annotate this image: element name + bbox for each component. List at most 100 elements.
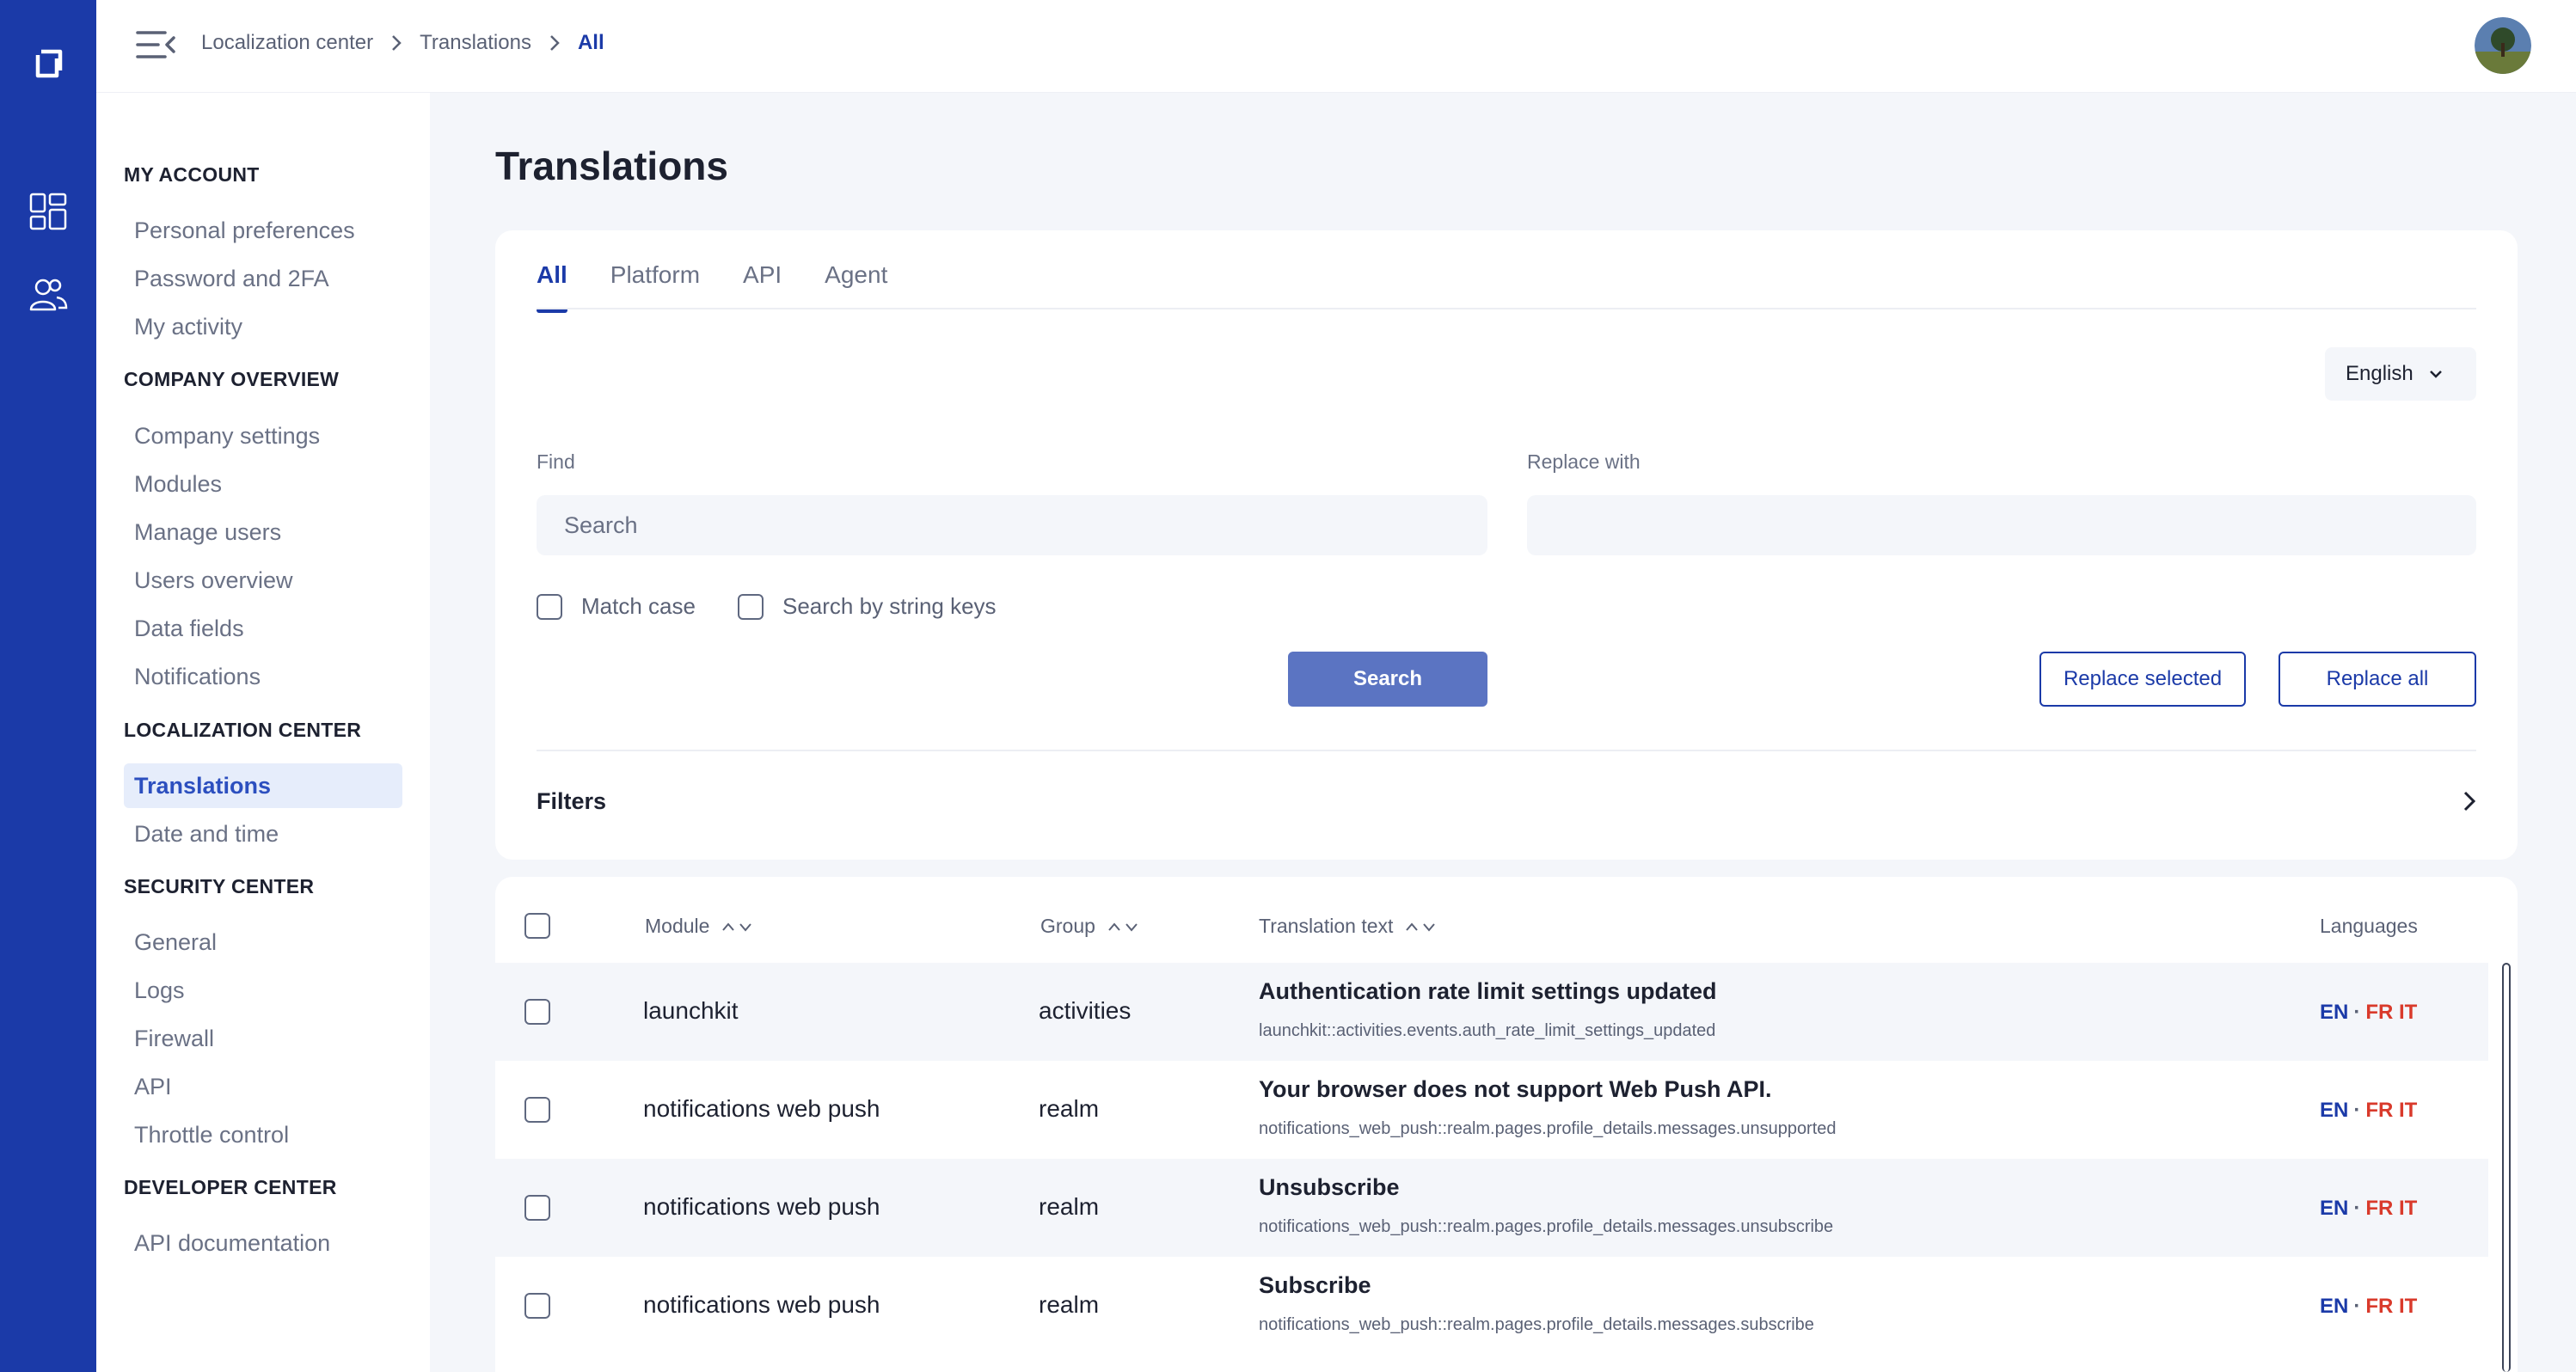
chevron-right-icon xyxy=(550,35,560,51)
column-module-label: Module xyxy=(645,915,710,937)
language-select-value: English xyxy=(2346,362,2413,385)
top-bar: Localization center Translations All xyxy=(96,0,2576,93)
lang-fr: FR xyxy=(2365,1295,2394,1318)
lang-it: IT xyxy=(2399,1197,2418,1220)
sidebar-item-date-and-time[interactable]: Date and time xyxy=(124,812,402,856)
row-checkbox[interactable] xyxy=(524,999,550,1025)
sidebar-item-translations[interactable]: Translations xyxy=(124,763,402,808)
sidebar-item-general[interactable]: General xyxy=(124,920,402,965)
row-module: notifications web push xyxy=(643,1193,880,1220)
lang-fr: FR xyxy=(2365,1001,2394,1024)
replace-selected-button[interactable]: Replace selected xyxy=(2039,652,2246,707)
row-string-key: notifications_web_push::realm.pages.prof… xyxy=(1259,1119,1837,1138)
filters-toggle[interactable]: Filters xyxy=(537,777,2476,825)
translations-table: Module Group Translation text Languages … xyxy=(495,877,2518,1372)
sidebar-item-modules[interactable]: Modules xyxy=(124,462,402,506)
breadcrumb-item-all: All xyxy=(577,31,604,54)
sidebar-item-password-2fa[interactable]: Password and 2FA xyxy=(124,256,402,301)
table-row[interactable]: notifications web push realm Your browse… xyxy=(495,1061,2488,1159)
settings-sidebar: MY ACCOUNT Personal preferences Password… xyxy=(96,93,430,1372)
column-group[interactable]: Group xyxy=(1040,915,1140,938)
row-group: activities xyxy=(1039,997,1132,1024)
user-avatar[interactable] xyxy=(2475,17,2531,74)
lang-it: IT xyxy=(2399,1295,2418,1318)
language-select[interactable]: English xyxy=(2325,347,2476,401)
tab-agent[interactable]: Agent xyxy=(825,261,887,303)
row-checkbox[interactable] xyxy=(524,1195,550,1221)
row-string-key: notifications_web_push::realm.pages.prof… xyxy=(1259,1217,1834,1236)
search-by-keys-checkbox[interactable] xyxy=(738,593,764,620)
row-translation-text: Subscribe xyxy=(1259,1272,1371,1298)
match-case-checkbox[interactable] xyxy=(537,593,562,620)
row-group: realm xyxy=(1039,1095,1100,1122)
column-module[interactable]: Module xyxy=(645,915,754,938)
menu-collapse-icon[interactable] xyxy=(134,28,177,62)
filters-divider xyxy=(537,750,2476,751)
chevron-down-icon xyxy=(2429,371,2442,378)
sidebar-item-my-activity[interactable]: My activity xyxy=(124,304,402,349)
sidebar-section-security-center: SECURITY CENTER xyxy=(124,875,315,897)
row-group: realm xyxy=(1039,1291,1100,1318)
select-all-checkbox[interactable] xyxy=(524,913,550,939)
dashboard-grid-icon[interactable] xyxy=(28,191,69,232)
replace-label: Replace with xyxy=(1527,450,1641,473)
row-checkbox[interactable] xyxy=(524,1097,550,1123)
sidebar-item-users-overview[interactable]: Users overview xyxy=(124,558,402,603)
app-logo-icon[interactable] xyxy=(29,45,67,83)
tab-all[interactable]: All xyxy=(537,261,567,313)
replace-input[interactable] xyxy=(1527,495,2476,555)
table-row[interactable]: launchkit activities Authentication rate… xyxy=(495,963,2488,1061)
breadcrumb-item-translations[interactable]: Translations xyxy=(420,31,531,55)
sidebar-section-my-account: MY ACCOUNT xyxy=(124,163,260,186)
breadcrumb-item-localization-center[interactable]: Localization center xyxy=(201,31,373,55)
users-icon[interactable] xyxy=(28,273,69,315)
search-by-keys-label: Search by string keys xyxy=(782,593,997,619)
tab-divider xyxy=(537,308,2476,309)
column-translation-text[interactable]: Translation text xyxy=(1259,915,1438,938)
sidebar-item-logs[interactable]: Logs xyxy=(124,968,402,1013)
row-translation-text: Authentication rate limit settings updat… xyxy=(1259,978,1717,1004)
tab-platform[interactable]: Platform xyxy=(610,261,700,303)
search-by-keys-option[interactable]: Search by string keys xyxy=(738,593,997,620)
sidebar-item-data-fields[interactable]: Data fields xyxy=(124,606,402,651)
table-row[interactable]: notifications web push realm Unsubscribe… xyxy=(495,1159,2488,1257)
find-input[interactable] xyxy=(537,495,1487,555)
match-case-option[interactable]: Match case xyxy=(537,593,696,620)
sidebar-item-throttle-control[interactable]: Throttle control xyxy=(124,1112,402,1157)
lang-en: EN xyxy=(2320,1099,2349,1122)
row-languages: EN · FR IT xyxy=(2320,1099,2418,1122)
sidebar-item-personal-preferences[interactable]: Personal preferences xyxy=(124,208,402,253)
row-module: launchkit xyxy=(643,997,739,1024)
row-translation-text: Your browser does not support Web Push A… xyxy=(1259,1076,1772,1102)
row-languages: EN · FR IT xyxy=(2320,1001,2418,1024)
sort-icon[interactable] xyxy=(721,920,754,934)
column-group-label: Group xyxy=(1040,915,1095,937)
search-button[interactable]: Search xyxy=(1288,652,1487,707)
sort-icon[interactable] xyxy=(1405,920,1438,934)
table-scrollbar[interactable] xyxy=(2502,963,2511,1372)
row-module: notifications web push xyxy=(643,1095,880,1122)
tab-bar: All Platform API Agent xyxy=(537,261,930,313)
replace-all-button[interactable]: Replace all xyxy=(2279,652,2476,707)
lang-fr: FR xyxy=(2365,1197,2394,1220)
find-label: Find xyxy=(537,450,575,473)
table-row[interactable]: notifications web push realm Subscribe n… xyxy=(495,1257,2488,1355)
row-module: notifications web push xyxy=(643,1291,880,1318)
tab-api[interactable]: API xyxy=(743,261,782,303)
sidebar-item-manage-users[interactable]: Manage users xyxy=(124,510,402,554)
row-group: realm xyxy=(1039,1193,1100,1220)
lang-it: IT xyxy=(2399,1099,2418,1122)
sidebar-item-api-documentation[interactable]: API documentation xyxy=(124,1221,402,1265)
sort-icon[interactable] xyxy=(1107,920,1140,934)
row-checkbox[interactable] xyxy=(524,1293,550,1319)
sidebar-item-notifications[interactable]: Notifications xyxy=(124,654,402,699)
lang-fr: FR xyxy=(2365,1099,2394,1122)
row-string-key: notifications_web_push::realm.pages.prof… xyxy=(1259,1315,1814,1334)
sidebar-item-company-settings[interactable]: Company settings xyxy=(124,413,402,458)
sidebar-item-firewall[interactable]: Firewall xyxy=(124,1016,402,1061)
sidebar-item-api[interactable]: API xyxy=(124,1064,402,1109)
lang-en: EN xyxy=(2320,1197,2349,1220)
sidebar-section-localization-center: LOCALIZATION CENTER xyxy=(124,719,362,741)
row-languages: EN · FR IT xyxy=(2320,1197,2418,1220)
lang-en: EN xyxy=(2320,1295,2349,1318)
